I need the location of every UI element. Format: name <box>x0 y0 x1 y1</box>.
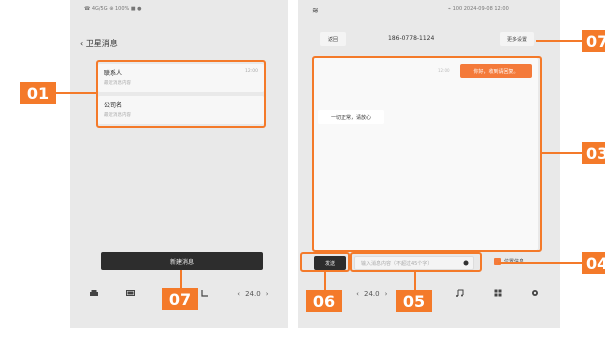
left-screen: ☎ 4G/5G ⊕ 100% ■ ● ‹ 卫星消息 联系人 最近消息内容 12:… <box>70 0 288 328</box>
callout-badge-07-right: 07 <box>582 30 605 52</box>
temperature-control[interactable]: ‹ 24.0 › <box>237 290 268 298</box>
callout-line <box>536 40 582 42</box>
status-bar: ⌁ 100 2024-09-08 12:00 <box>448 6 509 12</box>
temperature-control[interactable]: ‹ 24.0 › <box>356 290 387 298</box>
callout-badge-07-left: 07 <box>162 288 198 310</box>
callout-line <box>498 262 582 264</box>
apps-icon[interactable] <box>494 289 502 299</box>
status-bar: ☎ 4G/5G ⊕ 100% ■ ● <box>84 6 142 12</box>
temperature-value: 24.0 <box>245 290 261 298</box>
callout-badge-06: 06 <box>306 290 342 312</box>
car-icon[interactable] <box>89 289 99 299</box>
callout-highlight <box>312 56 542 252</box>
music-icon[interactable] <box>455 289 464 299</box>
back-label: ‹ 卫星消息 <box>80 39 118 48</box>
temp-down-button[interactable]: ‹ <box>356 290 359 298</box>
callout-highlight <box>300 252 350 272</box>
temp-up-button[interactable]: › <box>385 290 388 298</box>
page-title: 186-0778-1124 <box>388 35 435 42</box>
callout-highlight <box>96 60 266 128</box>
logo-icon: ≋ <box>312 6 319 15</box>
callout-line <box>180 270 182 290</box>
fan-icon[interactable] <box>200 289 210 299</box>
callout-badge-05: 05 <box>396 290 432 312</box>
back-button[interactable]: ‹ 卫星消息 <box>80 38 118 49</box>
callout-badge-01: 01 <box>20 82 56 104</box>
back-button[interactable]: 返回 <box>320 32 346 46</box>
new-message-button[interactable]: 新建消息 <box>101 252 263 270</box>
callout-line <box>324 272 326 290</box>
callout-line <box>414 272 416 290</box>
callout-line <box>542 152 582 154</box>
battery-icon[interactable] <box>126 289 136 299</box>
callout-highlight <box>350 252 482 272</box>
callout-line <box>56 92 96 94</box>
temp-up-button[interactable]: › <box>266 290 269 298</box>
settings-button[interactable]: 更多设置 <box>500 32 534 46</box>
callout-badge-04: 04 <box>582 252 605 274</box>
settings-icon[interactable] <box>531 289 539 299</box>
temperature-value: 24.0 <box>363 290 380 298</box>
callout-badge-03: 03 <box>582 142 605 164</box>
temp-down-button[interactable]: ‹ <box>237 290 240 298</box>
